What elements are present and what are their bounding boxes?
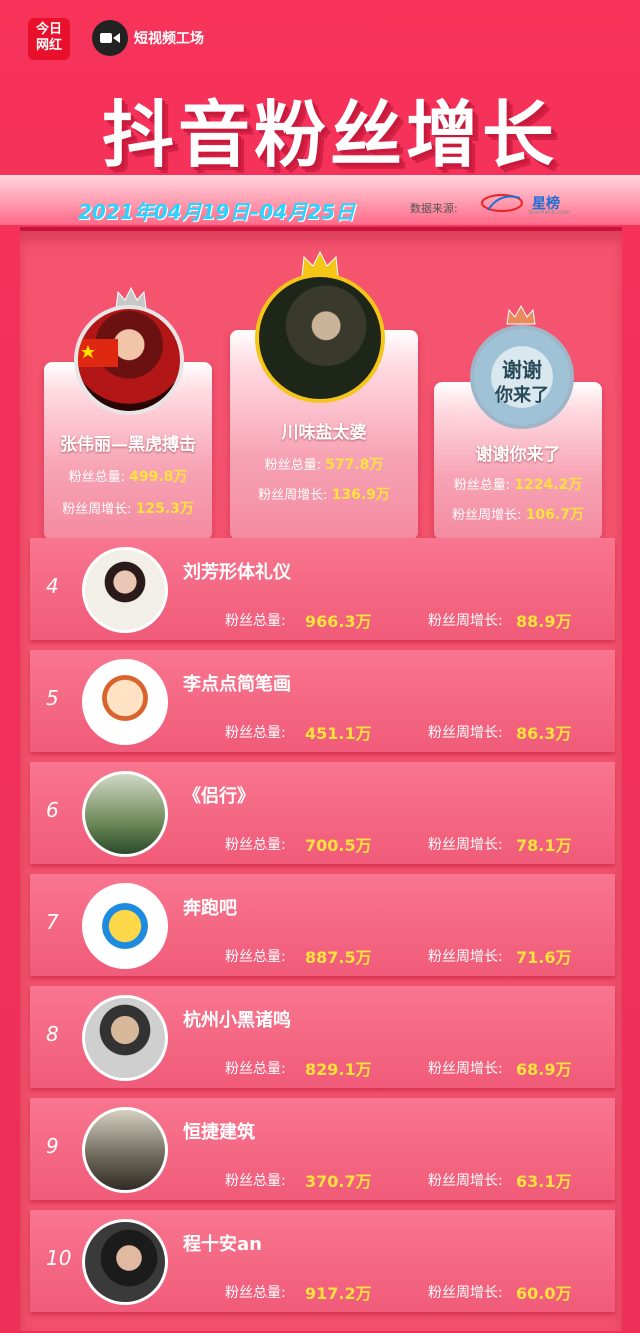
total-label: 粉丝总量: bbox=[453, 478, 511, 493]
total-value: 1224.2万 bbox=[514, 477, 583, 493]
rank-number: 7 bbox=[46, 910, 59, 934]
account-avatar[interactable] bbox=[82, 1107, 168, 1193]
logo-right-text: 短视频工场 bbox=[134, 31, 204, 47]
total-label: 粉丝总量: bbox=[225, 949, 286, 965]
fighter-avatar[interactable] bbox=[74, 305, 184, 415]
weekly-value: 63.1万 bbox=[516, 1172, 572, 1191]
star-logo-icon bbox=[481, 194, 523, 212]
short-video-workshop-logo: 短视频工场 bbox=[92, 20, 204, 56]
podium-total: 粉丝总量: 577.8万 bbox=[230, 454, 418, 474]
show-logo-icon: 谢谢 你来了 bbox=[494, 358, 549, 406]
rank-number: 5 bbox=[46, 686, 59, 710]
podium-weekly: 粉丝周增长: 106.7万 bbox=[434, 504, 602, 524]
account-name: 《侣行》 bbox=[183, 786, 255, 807]
total-label: 粉丝总量: bbox=[225, 1061, 286, 1077]
weekly-label: 粉丝周增长: bbox=[258, 488, 328, 503]
account-name: 恒捷建筑 bbox=[183, 1122, 255, 1143]
weekly-value: 136.9万 bbox=[331, 487, 390, 503]
podium-name: 川味盐太婆 bbox=[281, 423, 367, 443]
weekly-value: 78.1万 bbox=[516, 836, 572, 855]
weekly-value: 86.3万 bbox=[516, 724, 572, 743]
total-label: 粉丝总量: bbox=[264, 458, 321, 473]
rank-number: 10 bbox=[46, 1246, 72, 1270]
ranking-row[interactable]: 4 刘芳形体礼仪粉丝总量: 966.3万 粉丝周增长: 88.9万 bbox=[30, 538, 615, 640]
date-range: 2021年04月19日–04月25日 bbox=[78, 200, 355, 224]
grandma-avatar[interactable] bbox=[255, 273, 385, 403]
svg-text:你来了: 你来了 bbox=[494, 384, 549, 406]
weekly-label: 粉丝周增长: bbox=[428, 949, 503, 965]
weekly-value: 125.3万 bbox=[135, 501, 194, 517]
source-sub: StarRank.com bbox=[528, 209, 571, 216]
svg-text:谢谢: 谢谢 bbox=[502, 358, 542, 382]
total-value: 370.7万 bbox=[305, 1172, 372, 1191]
total-value: 700.5万 bbox=[305, 836, 372, 855]
source-logo: 星榜 StarRank.com bbox=[480, 190, 570, 216]
ranking-row[interactable]: 6 《侣行》粉丝总量: 700.5万 粉丝周增长: 78.1万 bbox=[30, 762, 615, 864]
total-value: 829.1万 bbox=[305, 1060, 372, 1079]
flag-icon bbox=[78, 339, 118, 367]
account-avatar[interactable] bbox=[82, 995, 168, 1081]
play-icon bbox=[92, 20, 128, 56]
header: 今日网红 短视频工场 抖音粉丝增长 2021年04月19日–04月25日 数据来… bbox=[0, 0, 640, 230]
account-avatar[interactable] bbox=[82, 771, 168, 857]
weekly-label: 粉丝周增长: bbox=[428, 725, 503, 741]
total-label: 粉丝总量: bbox=[225, 613, 286, 629]
ranking-row[interactable]: 5 李点点简笔画粉丝总量: 451.1万 粉丝周增长: 86.3万 bbox=[30, 650, 615, 752]
podium-name: 张伟丽—黑虎搏击 bbox=[60, 435, 196, 455]
podium-total: 粉丝总量: 1224.2万 bbox=[434, 474, 602, 494]
account-name: 杭州小黑诸鸣 bbox=[183, 1010, 291, 1031]
account-name: 奔跑吧 bbox=[183, 898, 237, 919]
account-name: 李点点简笔画 bbox=[183, 674, 291, 695]
weekly-value: 60.0万 bbox=[516, 1284, 572, 1303]
total-label: 粉丝总量: bbox=[225, 1285, 286, 1301]
account-avatar[interactable] bbox=[82, 659, 168, 745]
weekly-label: 粉丝周增长: bbox=[428, 613, 503, 629]
weekly-label: 粉丝周增长: bbox=[428, 1173, 503, 1189]
rank-number: 8 bbox=[46, 1022, 59, 1046]
logo-left-text: 今日网红 bbox=[35, 22, 62, 53]
weekly-label: 粉丝周增长: bbox=[452, 508, 522, 523]
total-value: 577.8万 bbox=[325, 457, 384, 473]
total-value: 887.5万 bbox=[305, 948, 372, 967]
show-logo-avatar[interactable]: 谢谢 你来了 bbox=[470, 325, 574, 429]
rank-number: 4 bbox=[46, 574, 59, 598]
jinri-wanghong-logo: 今日网红 bbox=[28, 18, 70, 60]
total-label: 粉丝总量: bbox=[225, 725, 286, 741]
bronze-crown-icon bbox=[506, 304, 536, 325]
account-name: 刘芳形体礼仪 bbox=[183, 562, 291, 583]
account-avatar[interactable] bbox=[82, 1219, 168, 1305]
account-avatar[interactable] bbox=[82, 883, 168, 969]
weekly-value: 71.6万 bbox=[516, 948, 572, 967]
source-label: 数据来源: bbox=[410, 202, 458, 215]
total-label: 粉丝总量: bbox=[225, 1173, 286, 1189]
weekly-label: 粉丝周增长: bbox=[428, 1061, 503, 1077]
ranking-row[interactable]: 10 程十安an 粉丝总量: 917.2万 粉丝周增长: 60.0万 bbox=[30, 1210, 615, 1312]
weekly-label: 粉丝周增长: bbox=[428, 837, 503, 853]
weekly-label: 粉丝周增长: bbox=[428, 1285, 503, 1301]
total-value: 966.3万 bbox=[305, 612, 372, 631]
total-label: 粉丝总量: bbox=[225, 837, 286, 853]
podium-total: 粉丝总量: 499.8万 bbox=[44, 466, 212, 486]
podium-weekly: 粉丝周增长: 136.9万 bbox=[230, 484, 418, 504]
total-value: 917.2万 bbox=[305, 1284, 372, 1303]
account-avatar[interactable] bbox=[82, 547, 168, 633]
ranking-row[interactable]: 7 奔跑吧粉丝总量: 887.5万 粉丝周增长: 71.6万 bbox=[30, 874, 615, 976]
podium-name: 谢谢你来了 bbox=[475, 445, 561, 465]
weekly-value: 106.7万 bbox=[525, 507, 584, 523]
page-title: 抖音粉丝增长 bbox=[101, 93, 558, 177]
rank-number: 6 bbox=[46, 798, 59, 822]
ranking-row[interactable]: 9 恒捷建筑粉丝总量: 370.7万 粉丝周增长: 63.1万 bbox=[30, 1098, 615, 1200]
total-value: 499.8万 bbox=[129, 469, 188, 485]
weekly-value: 88.9万 bbox=[516, 612, 572, 631]
total-value: 451.1万 bbox=[305, 724, 372, 743]
weekly-value: 68.9万 bbox=[516, 1060, 572, 1079]
weekly-label: 粉丝周增长: bbox=[62, 502, 132, 517]
account-name: 程十安an bbox=[183, 1234, 262, 1255]
total-label: 粉丝总量: bbox=[68, 470, 125, 485]
ranking-row[interactable]: 8 杭州小黑诸鸣粉丝总量: 829.1万 粉丝周增长: 68.9万 bbox=[30, 986, 615, 1088]
podium-weekly: 粉丝周增长: 125.3万 bbox=[44, 498, 212, 518]
rank-number: 9 bbox=[46, 1134, 59, 1158]
